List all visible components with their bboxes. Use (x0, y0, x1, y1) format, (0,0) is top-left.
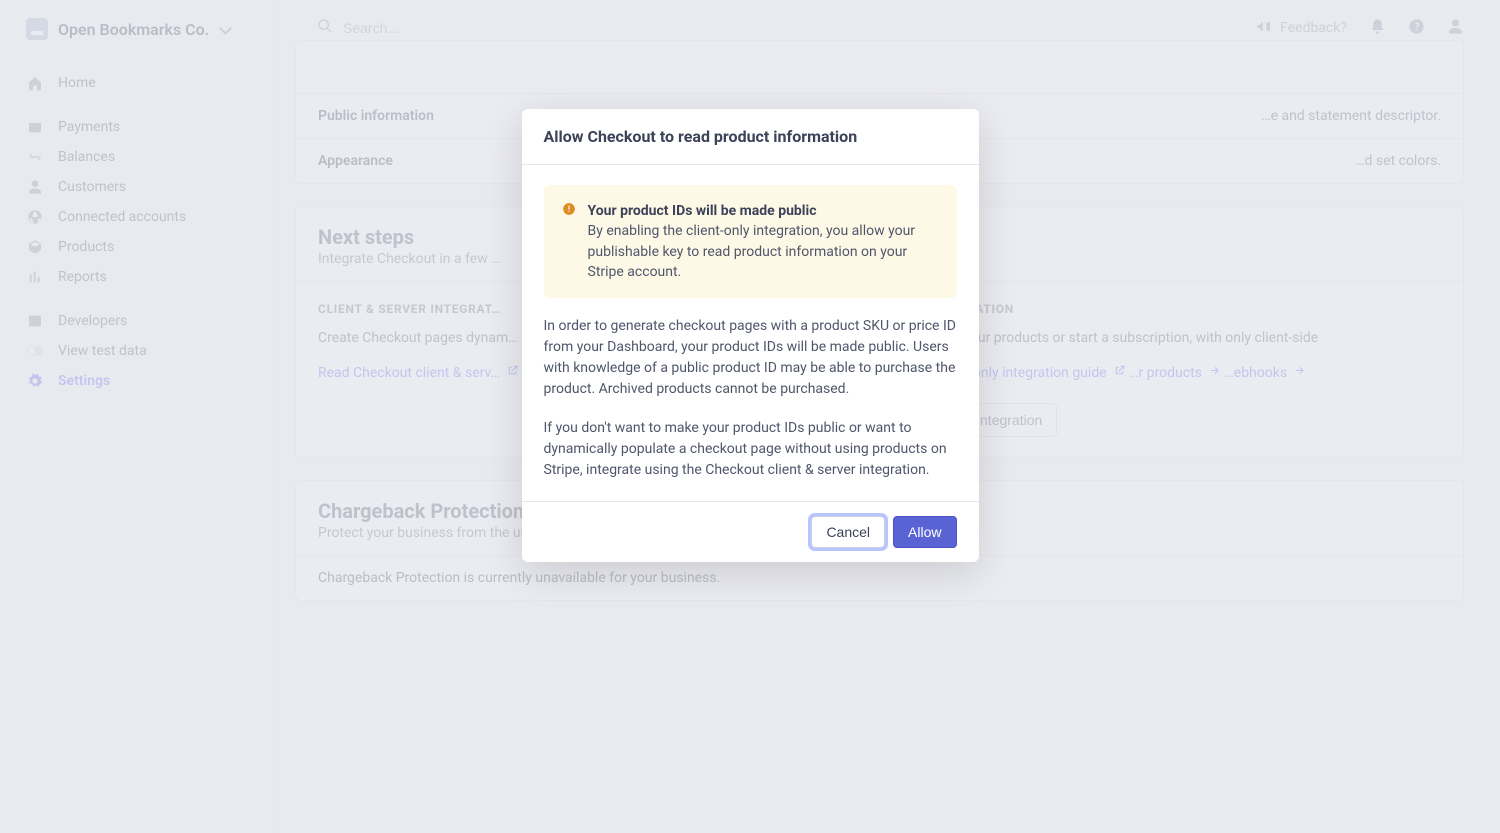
button-label: Cancel (826, 524, 870, 540)
modal-paragraph: If you don't want to make your product I… (544, 418, 957, 481)
modal-footer: Cancel Allow (522, 501, 979, 562)
button-label: Allow (908, 524, 941, 540)
modal-body: Your product IDs will be made public By … (522, 165, 979, 501)
modal-paragraph: In order to generate checkout pages with… (544, 316, 957, 400)
allow-button[interactable]: Allow (893, 516, 956, 548)
callout-title: Your product IDs will be made public (588, 203, 817, 219)
cancel-button[interactable]: Cancel (811, 516, 885, 548)
modal: Allow Checkout to read product informati… (522, 109, 979, 562)
callout-body: By enabling the client-only integration,… (588, 223, 916, 280)
modal-callout: Your product IDs will be made public By … (544, 185, 957, 298)
modal-title: Allow Checkout to read product informati… (522, 109, 979, 165)
warning-icon (562, 202, 576, 216)
modal-overlay: Allow Checkout to read product informati… (0, 0, 1500, 833)
